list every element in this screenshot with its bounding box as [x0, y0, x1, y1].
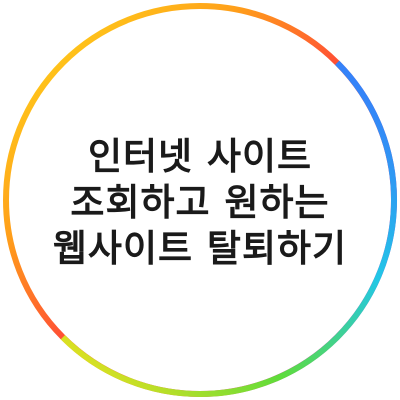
title-line-1: 인터넷 사이트	[87, 135, 313, 178]
thumbnail-canvas: 인터넷 사이트 조회하고 원하는 웹사이트 탈퇴하기	[0, 0, 400, 400]
title-line-3: 웹사이트 탈퇴하기	[52, 227, 348, 270]
title-line-2: 조회하고 원하는	[70, 181, 330, 224]
title-block: 인터넷 사이트 조회하고 원하는 웹사이트 탈퇴하기	[40, 128, 360, 278]
